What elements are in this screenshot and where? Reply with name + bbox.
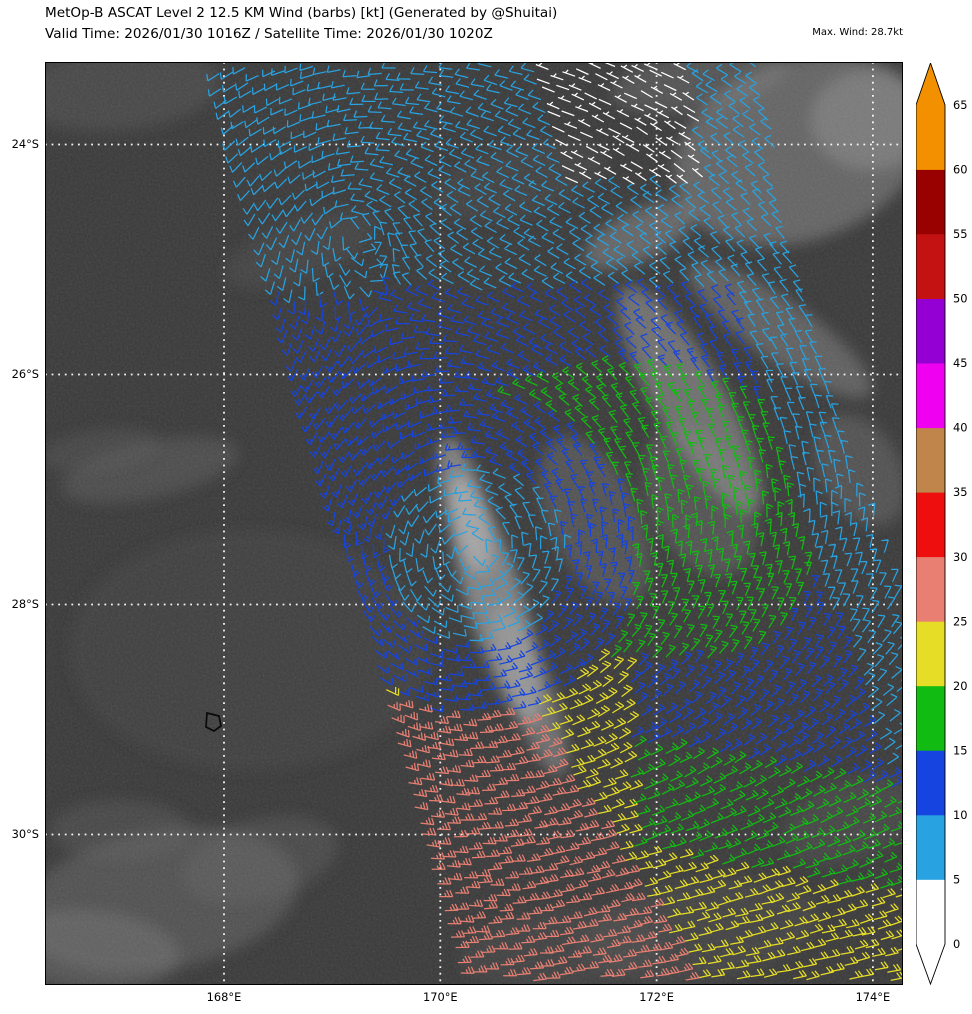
colorbar-segment bbox=[916, 492, 945, 557]
colorbar-segment bbox=[916, 880, 945, 945]
lat-tick-label: 30°S bbox=[0, 828, 39, 841]
colorbar-tick-label: 50 bbox=[953, 292, 968, 306]
colorbar-segment bbox=[916, 234, 945, 299]
colorbar-tick-label: 30 bbox=[953, 550, 968, 564]
colorbar-tick-label: 55 bbox=[953, 227, 968, 241]
lon-tick-label: 174°E bbox=[841, 991, 905, 1004]
colorbar-extend-under-arrow bbox=[916, 944, 945, 984]
plot-title: MetOp-B ASCAT Level 2 12.5 KM Wind (barb… bbox=[45, 5, 557, 21]
colorbar-segment bbox=[916, 750, 945, 815]
colorbar-tick-label: 10 bbox=[953, 808, 968, 822]
lat-tick-label: 28°S bbox=[0, 598, 39, 611]
colorbar-tick-label: 15 bbox=[953, 743, 968, 757]
colorbar-segment bbox=[916, 815, 945, 880]
colorbar-tick-label: 5 bbox=[953, 873, 960, 887]
lon-tick-label: 172°E bbox=[625, 991, 689, 1004]
colorbar-segment bbox=[916, 363, 945, 428]
colorbar-segment bbox=[916, 557, 945, 622]
colorbar-segment bbox=[916, 170, 945, 235]
colorbar-tick-label: 25 bbox=[953, 614, 968, 628]
colorbar-tick-label: 20 bbox=[953, 679, 968, 693]
colorbar-segment bbox=[916, 428, 945, 493]
max-wind-annotation: Max. Wind: 28.7kt bbox=[45, 27, 903, 38]
lon-tick-label: 170°E bbox=[408, 991, 472, 1004]
colorbar: 0 5 10 15 20 25 30 35 40 45 50 55 60 65 bbox=[916, 63, 972, 992]
colorbar-tick-label: 65 bbox=[953, 98, 968, 112]
colorbar-tick-label: 40 bbox=[953, 421, 968, 435]
colorbar-segment bbox=[916, 686, 945, 751]
colorbar-tick-label: 0 bbox=[953, 937, 960, 951]
figure-canvas: MetOp-B ASCAT Level 2 12.5 KM Wind (barb… bbox=[0, 0, 972, 1014]
lat-tick-label: 26°S bbox=[0, 368, 39, 381]
colorbar-segment bbox=[916, 621, 945, 686]
colorbar-extend-over-arrow bbox=[916, 63, 945, 105]
map-plot-area bbox=[45, 62, 903, 985]
lon-tick-label: 168°E bbox=[192, 991, 256, 1004]
colorbar-segment bbox=[916, 105, 945, 170]
colorbar-segment bbox=[916, 299, 945, 364]
colorbar-tick-label: 45 bbox=[953, 356, 968, 370]
colorbar-tick-label: 60 bbox=[953, 163, 968, 177]
lat-tick-label: 24°S bbox=[0, 138, 39, 151]
colorbar-tick-label: 35 bbox=[953, 485, 968, 499]
